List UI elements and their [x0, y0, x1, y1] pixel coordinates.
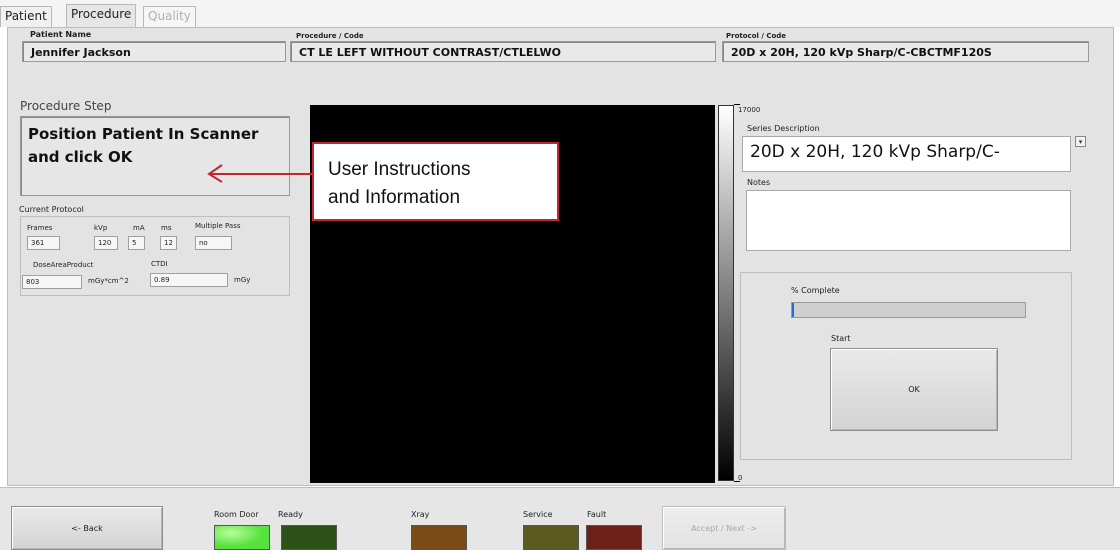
xray-indicator	[411, 525, 467, 550]
ma-value: 5	[128, 236, 145, 250]
ms-label: ms	[161, 224, 172, 232]
percent-complete-label: % Complete	[791, 286, 840, 295]
room-door-indicator	[214, 525, 270, 550]
current-protocol-label: Current Protocol	[19, 205, 84, 214]
colorbar-min-label: 0	[738, 474, 743, 482]
frames-label: Frames	[27, 224, 53, 232]
dose-area-product-label: DoseAreaProduct	[33, 261, 94, 269]
ok-button[interactable]: OK	[830, 348, 998, 431]
notes-field[interactable]	[746, 190, 1071, 251]
intensity-colorbar	[718, 105, 734, 481]
ctdi-value: 0.89	[150, 273, 228, 287]
progress-bar	[791, 302, 1026, 318]
back-button[interactable]: <- Back	[11, 506, 163, 550]
kvp-value: 120	[94, 236, 118, 250]
patient-name-label: Patient Name	[30, 30, 92, 39]
progress-bar-fill	[792, 303, 795, 317]
dose-area-product-unit: mGy*cm^2	[88, 277, 129, 285]
procedure-code-field: CT LE LEFT WITHOUT CONTRAST/CTLELWO	[290, 41, 716, 62]
dose-area-product-value: 803	[22, 275, 82, 289]
series-description-label: Series Description	[747, 124, 820, 133]
service-indicator	[523, 525, 579, 550]
xray-label: Xray	[411, 510, 430, 519]
room-door-label: Room Door	[214, 510, 259, 519]
multiple-pass-value: no	[195, 236, 232, 250]
dropdown-arrow-icon[interactable]: ▾	[1075, 136, 1086, 147]
procedure-step-label: Procedure Step	[20, 99, 112, 113]
ctdi-label: CTDI	[151, 260, 168, 268]
multiple-pass-label: Multiple Pass	[195, 222, 241, 230]
notes-label: Notes	[747, 178, 771, 187]
patient-name-field: Jennifer Jackson	[22, 41, 286, 62]
ready-indicator	[281, 525, 337, 550]
tab-procedure[interactable]: Procedure	[66, 4, 137, 28]
tab-patient[interactable]: Patient	[0, 6, 52, 27]
annotation-line-2: and Information	[328, 187, 461, 208]
procedure-step-instruction-2: and click OK	[28, 148, 133, 166]
annotation-arrow-icon	[207, 164, 314, 183]
protocol-code-label: Protocol / Code	[726, 32, 787, 40]
protocol-code-field: 20D x 20H, 120 kVp Sharp/C-CBCTMF120S	[722, 41, 1089, 62]
series-description-field[interactable]: 20D x 20H, 120 kVp Sharp/C-	[742, 136, 1071, 172]
ready-label: Ready	[278, 510, 303, 519]
colorbar-max-tick	[734, 104, 740, 105]
procedure-step-instruction-1: Position Patient In Scanner	[28, 125, 259, 143]
start-label: Start	[831, 334, 851, 343]
procedure-code-label: Procedure / Code	[296, 32, 364, 40]
fault-label: Fault	[587, 510, 607, 519]
annotation-line-1: User Instructions	[328, 159, 471, 180]
accept-next-button[interactable]: Accept / Next ->	[662, 506, 786, 550]
tab-bar: Patient Procedure Quality	[0, 0, 1120, 28]
ma-label: mA	[133, 224, 145, 232]
ctdi-unit: mGy	[234, 276, 251, 284]
fault-indicator	[586, 525, 642, 550]
procedure-step-box: Position Patient In Scanner and click OK	[20, 116, 290, 196]
colorbar-max-label: 17000	[738, 106, 761, 114]
tab-quality[interactable]: Quality	[143, 6, 196, 27]
annotation-callout: User Instructions and Information	[312, 142, 559, 221]
service-label: Service	[523, 510, 553, 519]
ms-value: 12	[160, 236, 177, 250]
kvp-label: kVp	[94, 224, 108, 232]
frames-value: 361	[27, 236, 60, 250]
